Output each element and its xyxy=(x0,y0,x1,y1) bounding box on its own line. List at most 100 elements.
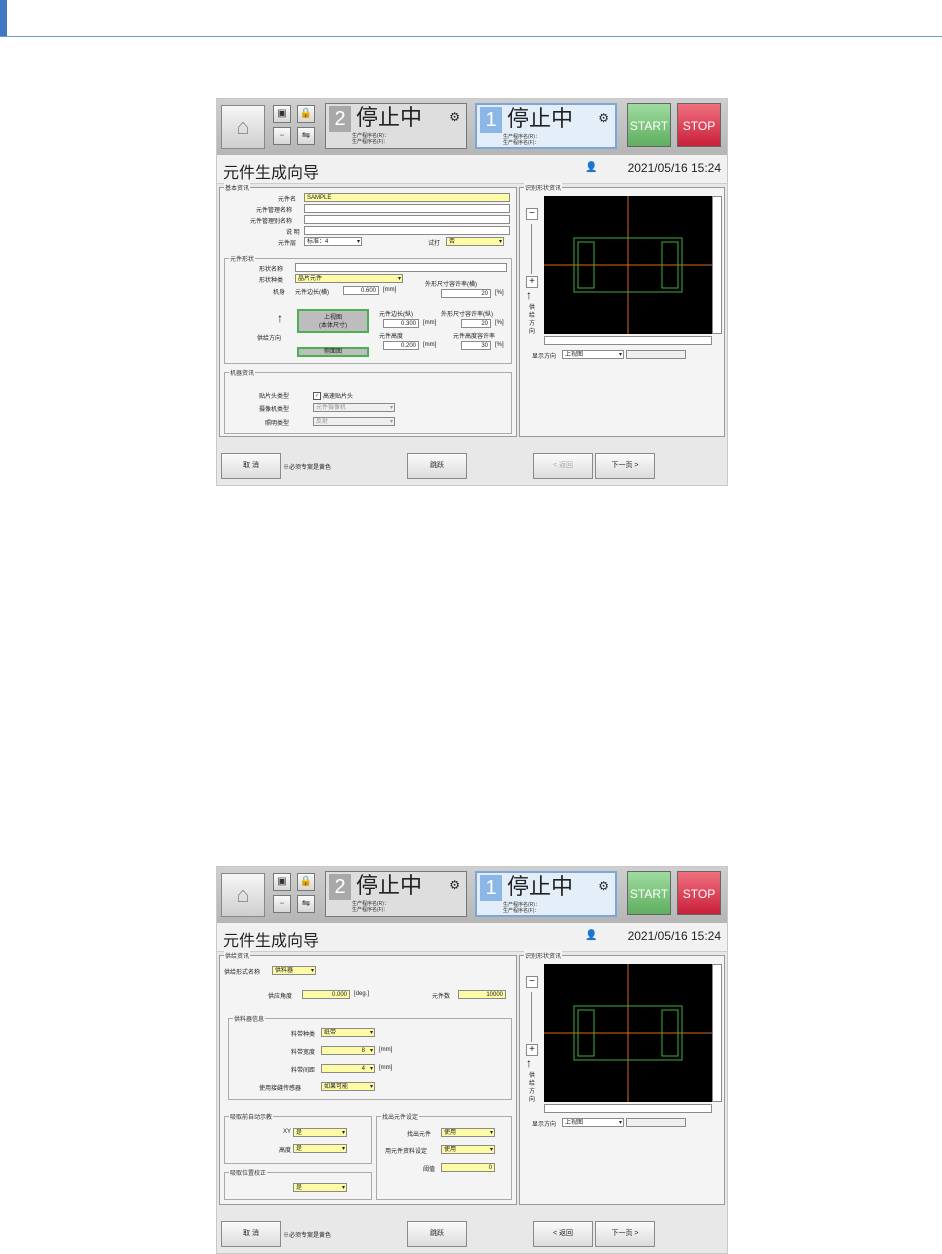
alias-label: 元件管理别名称 xyxy=(250,219,293,225)
feeder-icon: ⚙ xyxy=(598,111,609,125)
pos-correct-select[interactable]: 是 xyxy=(293,1183,347,1192)
skip-button[interactable]: 跳跃 xyxy=(407,1221,467,1247)
shape-preview-canvas[interactable] xyxy=(544,964,712,1102)
display-dir-select[interactable]: 上视图 xyxy=(562,350,624,359)
zoom-in-button[interactable]: + xyxy=(526,276,538,288)
display-dir-select[interactable]: 上视图 xyxy=(562,1118,624,1127)
find-select[interactable]: 使用 xyxy=(441,1128,495,1137)
vertical-scrollbar[interactable] xyxy=(712,196,722,334)
feeder-icon: ⚙ xyxy=(449,878,460,892)
zoom-in-button[interactable]: + xyxy=(526,1044,538,1056)
alias-field[interactable] xyxy=(304,215,510,224)
tape-width-select[interactable]: 8 xyxy=(321,1046,375,1055)
unit-mm: [mm] xyxy=(379,1065,393,1071)
lock-icon[interactable]: 🔒 xyxy=(297,873,315,891)
keyboard-icon[interactable]: ▣ xyxy=(273,105,291,123)
operator-icon[interactable]: ▪▪ xyxy=(273,127,291,145)
conveyor-icon[interactable]: ⇋ xyxy=(297,895,315,913)
material-select[interactable]: 使用 xyxy=(441,1145,495,1154)
home-icon: ⌂ xyxy=(236,114,250,139)
horizontal-scrollbar[interactable] xyxy=(544,1104,712,1113)
angle-field[interactable]: 0.000 xyxy=(302,990,350,999)
head-type-label: 贴片头类型 xyxy=(259,394,290,400)
lane-1-status[interactable]: 1 停止中 ⚙ 生产程序名(R)： 生产程序名(F)： xyxy=(475,871,617,917)
eject-group: 找出元件设定 找出元件 使用 用元件资料设定 使用 阈值 0 xyxy=(376,1112,512,1200)
pitch-select[interactable]: 4 xyxy=(321,1064,375,1073)
shape-preview-canvas[interactable] xyxy=(544,196,712,334)
feed-arrow-icon: ↑ xyxy=(526,288,532,302)
horizontal-scrollbar[interactable] xyxy=(544,336,712,345)
splice-sensor-select[interactable]: 如果可能 xyxy=(321,1082,375,1091)
machine-header: ⌂ ▣ 🔒 ▪▪ ⇋ 2 停止中 ⚙ 生产程序名(R)： 生产程序名(F)： 1 … xyxy=(217,99,727,155)
head-type-checkbox[interactable]: ✓ 高速贴片头 xyxy=(313,391,353,401)
cancel-button[interactable]: 取 消 xyxy=(221,453,281,479)
machine-legend: 机器资讯 xyxy=(229,368,256,377)
conveyor-icon[interactable]: ⇋ xyxy=(297,127,315,145)
name-field[interactable]: SAMPLE xyxy=(304,193,510,202)
basic-info-legend: 基本资讯 xyxy=(224,183,251,192)
feeder-icon: ⚙ xyxy=(598,879,609,893)
lane-status: 停止中 xyxy=(507,874,574,899)
camera-type-select[interactable]: 元件摄像机 xyxy=(313,403,395,412)
supply-format-select[interactable]: 供料器 xyxy=(272,966,316,975)
title-bar: 元件生成向导 👤 2021/05/16 15:24 xyxy=(217,155,727,184)
mgmt-name-field[interactable] xyxy=(304,204,510,213)
datetime: 2021/05/16 15:24 xyxy=(627,929,721,943)
find-label: 找出元件 xyxy=(407,1132,432,1138)
feeder-legend: 供料器信息 xyxy=(233,1014,266,1023)
skip-button[interactable]: 跳跃 xyxy=(407,453,467,479)
shape-type-select[interactable]: 晶片元件 xyxy=(295,274,403,283)
cancel-button[interactable]: 取 消 xyxy=(221,1221,281,1247)
shape-view-panel: 识别形状资讯 − + ↑ 供给方向 显示方向 上视图 xyxy=(519,183,725,437)
next-button[interactable]: 下一页 > xyxy=(595,1221,655,1247)
threshold-field[interactable]: 0 xyxy=(441,1163,495,1172)
back-button[interactable]: < 返回 xyxy=(533,453,593,479)
side-view-diagram[interactable]: 侧面图 xyxy=(297,347,369,357)
tol-height-field[interactable]: 30 xyxy=(461,341,491,350)
feed-arrow-icon: ↑ xyxy=(526,1056,532,1070)
vertical-scrollbar[interactable] xyxy=(712,964,722,1102)
unit-mm: [mm] xyxy=(423,342,437,348)
lane-2-status[interactable]: 2 停止中 ⚙ 生产程序名(R)： 生产程序名(F)： xyxy=(325,871,467,917)
user-icon: 👤 xyxy=(585,162,598,173)
start-button[interactable]: START xyxy=(627,871,671,915)
home-button[interactable]: ⌂ xyxy=(221,873,265,917)
xy-select[interactable]: 是 xyxy=(293,1128,347,1137)
tape-type-select[interactable]: 纸带 xyxy=(321,1028,375,1037)
shape-preview-svg xyxy=(544,196,712,334)
splice-sensor-label: 使用接缝传感器 xyxy=(259,1086,302,1092)
trial-select[interactable]: 否 xyxy=(446,237,504,246)
unit-mm: [mm] xyxy=(423,320,437,326)
desc-field[interactable] xyxy=(304,226,510,235)
light-type-select[interactable]: 反射 xyxy=(313,417,395,426)
lane-number: 1 xyxy=(480,107,502,133)
stop-button[interactable]: STOP xyxy=(677,871,721,915)
zoom-slider[interactable] xyxy=(531,992,532,1042)
side-h-field[interactable]: 0.600 xyxy=(343,286,379,295)
lock-icon[interactable]: 🔒 xyxy=(297,105,315,123)
next-button[interactable]: 下一页 > xyxy=(595,453,655,479)
height-select[interactable]: 是 xyxy=(293,1144,347,1153)
angle-unit: [deg.] xyxy=(354,991,370,997)
tol-h-field[interactable]: 20 xyxy=(441,289,491,298)
count-field[interactable]: 10000 xyxy=(458,990,506,999)
layer-select[interactable]: 标准：4 xyxy=(304,237,362,246)
side-v-field[interactable]: 0.300 xyxy=(383,319,419,328)
lane-2-status[interactable]: 2 停止中 ⚙ 生产程序名(R)： 生产程序名(F)： xyxy=(325,103,467,149)
shape-name-field[interactable] xyxy=(295,263,507,272)
home-button[interactable]: ⌂ xyxy=(221,105,265,149)
light-type-label: 照明类型 xyxy=(265,421,290,427)
lane-1-status[interactable]: 1 停止中 ⚙ 生产程序名(R)： 生产程序名(F)： xyxy=(475,103,617,149)
zoom-out-button[interactable]: − xyxy=(526,208,538,220)
back-button[interactable]: < 返回 xyxy=(533,1221,593,1247)
keyboard-icon[interactable]: ▣ xyxy=(273,873,291,891)
zoom-out-button[interactable]: − xyxy=(526,976,538,988)
height-field[interactable]: 0.200 xyxy=(383,341,419,350)
top-view-diagram[interactable]: 上视图 (本体尺寸) xyxy=(297,309,369,333)
stop-button[interactable]: STOP xyxy=(677,103,721,147)
tol-v-field[interactable]: 20 xyxy=(461,319,491,328)
operator-icon[interactable]: ▪▪ xyxy=(273,895,291,913)
shape-type-label: 形状种类 xyxy=(259,278,284,284)
zoom-slider[interactable] xyxy=(531,224,532,274)
start-button[interactable]: START xyxy=(627,103,671,147)
